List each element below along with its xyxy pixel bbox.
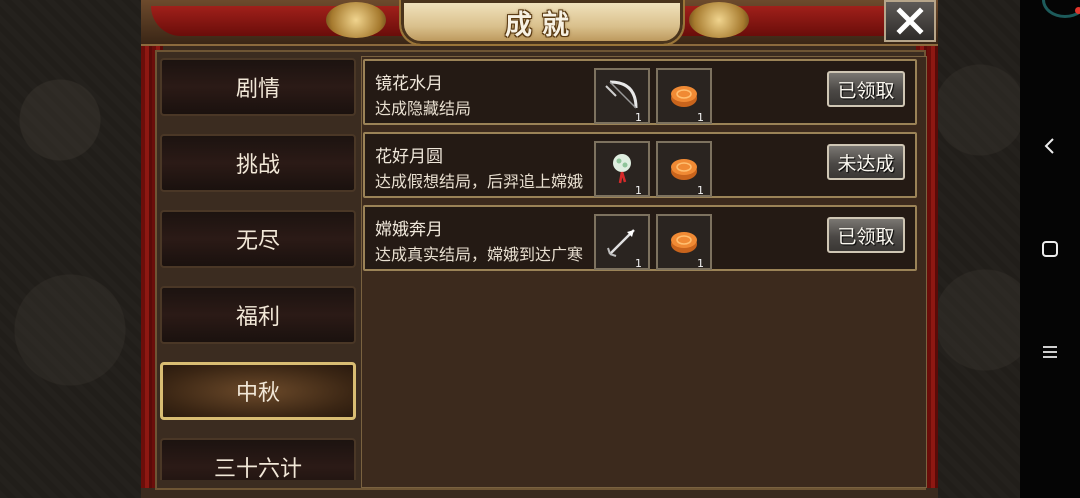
back-chevron-icon [1044, 138, 1054, 154]
tab-label: 挑战 [235, 153, 280, 178]
home-square-icon [1042, 241, 1058, 257]
achievement-desc: 达成隐藏结局 [375, 99, 472, 118]
back-button[interactable] [1020, 126, 1080, 166]
achievement-title: 花好月圆 [375, 147, 443, 167]
reward-slot[interactable]: 1 [656, 68, 712, 124]
tab-label: 三十六计 [213, 457, 302, 480]
achievement-title: 镜花水月 [375, 74, 443, 94]
reward-slot[interactable]: 1 [656, 214, 712, 270]
reward-slot[interactable]: 1 [594, 214, 650, 270]
reward-qty: 1 [697, 184, 704, 197]
tab-mid-autumn[interactable]: 中秋 [160, 362, 356, 420]
tab-label: 剧情 [235, 77, 280, 102]
tab-label: 中秋 [235, 381, 280, 406]
recent-apps-button[interactable] [1020, 332, 1080, 372]
mooncake-icon [671, 86, 697, 107]
reward-slot[interactable]: 1 [656, 141, 712, 197]
achievement-title: 嫦娥奔月 [375, 220, 443, 240]
reward-qty: 1 [635, 184, 642, 197]
tab-story[interactable]: 剧情 [160, 58, 356, 116]
reward-qty: 1 [697, 111, 704, 124]
reward-qty: 1 [635, 257, 642, 270]
menu-lines-icon [1043, 346, 1057, 358]
claim-status-button[interactable]: 已领取 [827, 217, 905, 253]
home-button[interactable] [1020, 229, 1080, 269]
system-navigation-bar [1020, 0, 1080, 498]
tab-endless[interactable]: 无尽 [160, 210, 356, 268]
tab-welfare[interactable]: 福利 [160, 286, 356, 344]
tab-thirty-six-stratagems[interactable]: 三十六计 [160, 438, 356, 480]
achievement-row: 嫦娥奔月 达成真实结局，嫦娥到达广寒 1 1 已领取 [363, 205, 917, 271]
achievement-panel: 成就 剧情 挑战 无尽 福利 中秋 三十六计 镜花水月 达成隐藏结局 1 1 已… [141, 0, 938, 498]
claim-status-button[interactable]: 未达成 [827, 144, 905, 180]
reward-slot[interactable]: 1 [594, 68, 650, 124]
tab-label: 福利 [235, 305, 280, 330]
mooncake-icon [671, 159, 697, 180]
achievement-desc: 达成假想结局，后羿追上嫦娥 [375, 172, 584, 191]
claim-status-button[interactable]: 已领取 [827, 71, 905, 107]
bow-icon [605, 80, 638, 109]
achievement-desc: 达成真实结局，嫦娥到达广寒 [375, 245, 584, 264]
reward-qty: 1 [635, 111, 642, 124]
jade-pendant-icon [613, 154, 631, 184]
achievement-row: 花好月圆 达成假想结局，后羿追上嫦娥 1 1 未达成 [363, 132, 917, 198]
arrow-icon [607, 229, 635, 257]
tab-challenge[interactable]: 挑战 [160, 134, 356, 192]
notification-dot [1075, 7, 1080, 14]
achievement-row: 镜花水月 达成隐藏结局 1 1 已领取 [363, 59, 917, 125]
mooncake-icon [671, 232, 697, 253]
reward-slot[interactable]: 1 [594, 141, 650, 197]
reward-qty: 1 [697, 257, 704, 270]
tab-label: 无尽 [235, 229, 280, 254]
